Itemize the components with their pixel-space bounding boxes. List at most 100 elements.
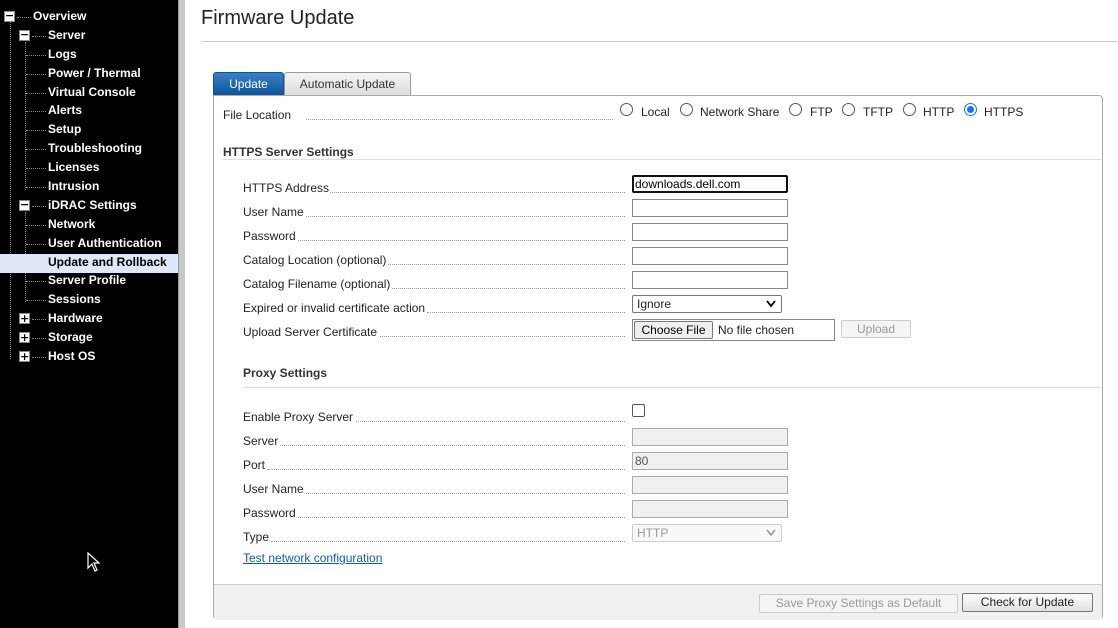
label-leader	[380, 336, 625, 337]
proxy-password-input[interactable]	[632, 500, 788, 518]
tree-line	[26, 130, 46, 131]
file-picker[interactable]: Choose File No file chosen	[632, 319, 835, 341]
cert-action-select[interactable]: Ignore	[632, 295, 782, 313]
sidebar-item-logs[interactable]: Logs	[48, 46, 77, 65]
username-input[interactable]	[632, 199, 788, 217]
https-address-input[interactable]: downloads.dell.com	[632, 175, 788, 193]
label-leader	[356, 421, 625, 422]
sidebar-item-server[interactable]: Server	[48, 27, 85, 46]
file-location-label: File Location	[223, 108, 292, 122]
username-label: User Name	[243, 205, 304, 219]
chevron-down-icon	[766, 529, 776, 537]
https-address-label: HTTPS Address	[243, 181, 330, 195]
proxy-server-input[interactable]	[632, 428, 788, 446]
sidebar-item-intrusion[interactable]: Intrusion	[48, 178, 99, 197]
cert-action-label: Expired or invalid certificate action	[243, 301, 426, 315]
catalog-location-label: Catalog Location (optional)	[243, 253, 387, 267]
tree-line	[26, 55, 46, 56]
sidebar-item-label: Update and Rollback	[48, 255, 167, 269]
proxy-port-label: Port	[243, 458, 266, 472]
enable-proxy-label: Enable Proxy Server	[243, 410, 354, 424]
label-leader	[306, 493, 625, 494]
tree-line	[26, 93, 46, 94]
sidebar-item-power-thermal[interactable]: Power / Thermal	[48, 65, 141, 84]
radio-ftp-label: FTP	[810, 105, 833, 119]
check-for-update-button[interactable]: Check for Update	[962, 593, 1093, 612]
tab-automatic-update[interactable]: Automatic Update	[284, 72, 411, 96]
label-leader	[298, 240, 625, 241]
radio-tftp-label: TFTP	[863, 105, 893, 119]
sidebar-nav-tree: − − − + + + Overview Server Logs Power /…	[0, 0, 178, 628]
tree-line	[26, 244, 46, 245]
sidebar-item-virtual-console[interactable]: Virtual Console	[48, 84, 136, 103]
sidebar-item-setup[interactable]: Setup	[48, 121, 81, 140]
tree-line	[32, 206, 46, 207]
password-input[interactable]	[632, 223, 788, 241]
section-divider	[243, 387, 1101, 388]
tree-line	[32, 36, 46, 37]
sidebar-item-update-and-rollback[interactable]: Update and Rollback	[0, 254, 178, 273]
test-network-link[interactable]: Test network configuration	[243, 551, 382, 565]
section-divider	[223, 159, 1101, 160]
sidebar-item-troubleshooting[interactable]: Troubleshooting	[48, 140, 142, 159]
sidebar-item-alerts[interactable]: Alerts	[48, 102, 82, 121]
sidebar-item-idrac-settings[interactable]: iDRAC Settings	[48, 197, 137, 216]
sidebar-splitter[interactable]	[178, 0, 185, 628]
proxy-type-value: HTTP	[637, 526, 669, 540]
proxy-type-label: Type	[243, 530, 270, 544]
label-leader	[280, 445, 625, 446]
tree-line	[26, 74, 46, 75]
catalog-location-input[interactable]	[632, 247, 788, 265]
proxy-port-input[interactable]: 80	[632, 452, 788, 470]
page-title: Firmware Update	[201, 7, 355, 29]
tab-update[interactable]: Update	[213, 72, 284, 96]
enable-proxy-checkbox[interactable]	[632, 404, 645, 417]
upload-cert-label: Upload Server Certificate	[243, 325, 378, 339]
radio-network-share-label: Network Share	[700, 105, 780, 119]
tree-line	[32, 319, 46, 320]
sidebar-item-user-authentication[interactable]: User Authentication	[48, 235, 162, 254]
tree-line	[32, 357, 46, 358]
proxy-password-label: Password	[243, 506, 296, 520]
minus-box-icon[interactable]: −	[19, 29, 30, 41]
tree-line	[26, 168, 46, 169]
catalog-filename-input[interactable]	[632, 271, 788, 289]
radio-https[interactable]	[964, 103, 977, 116]
minus-box-icon[interactable]: −	[4, 10, 15, 22]
radio-http[interactable]	[903, 103, 916, 116]
https-settings-heading: HTTPS Server Settings	[223, 145, 354, 159]
sidebar-item-hardware[interactable]: Hardware	[48, 310, 103, 329]
sidebar-item-server-profile[interactable]: Server Profile	[48, 272, 126, 291]
tree-line	[26, 187, 46, 188]
password-label: Password	[243, 229, 296, 243]
save-proxy-default-button[interactable]: Save Proxy Settings as Default	[759, 594, 958, 613]
minus-box-icon[interactable]: −	[19, 199, 30, 211]
radio-local[interactable]	[620, 103, 633, 116]
sidebar-item-storage[interactable]: Storage	[48, 329, 93, 348]
tree-line	[26, 225, 46, 226]
plus-box-icon[interactable]: +	[19, 351, 30, 362]
radio-tftp[interactable]	[842, 103, 855, 116]
plus-box-icon[interactable]: +	[19, 313, 30, 324]
radio-ftp[interactable]	[789, 103, 802, 116]
choose-file-button[interactable]: Choose File	[634, 321, 713, 339]
tree-line	[32, 338, 46, 339]
radio-local-label: Local	[641, 105, 670, 119]
proxy-type-select[interactable]: HTTP	[632, 524, 782, 542]
cert-action-value: Ignore	[637, 297, 672, 311]
upload-button[interactable]: Upload	[841, 320, 911, 338]
tree-line	[10, 22, 11, 359]
label-leader	[330, 192, 625, 193]
proxy-username-input[interactable]	[632, 476, 788, 494]
sidebar-item-licenses[interactable]: Licenses	[48, 159, 99, 178]
main-content: Firmware Update Update Automatic Update …	[186, 0, 1118, 628]
sidebar-item-sessions[interactable]: Sessions	[48, 291, 101, 310]
mouse-pointer-icon	[87, 552, 101, 572]
plus-box-icon[interactable]: +	[19, 332, 30, 343]
panel-footer: Save Proxy Settings as Default Check for…	[214, 584, 1102, 620]
radio-network-share[interactable]	[680, 103, 693, 116]
sidebar-item-network[interactable]: Network	[48, 216, 95, 235]
sidebar-item-host-os[interactable]: Host OS	[48, 348, 95, 367]
tree-line	[26, 281, 46, 282]
sidebar-item-overview[interactable]: Overview	[33, 8, 86, 27]
